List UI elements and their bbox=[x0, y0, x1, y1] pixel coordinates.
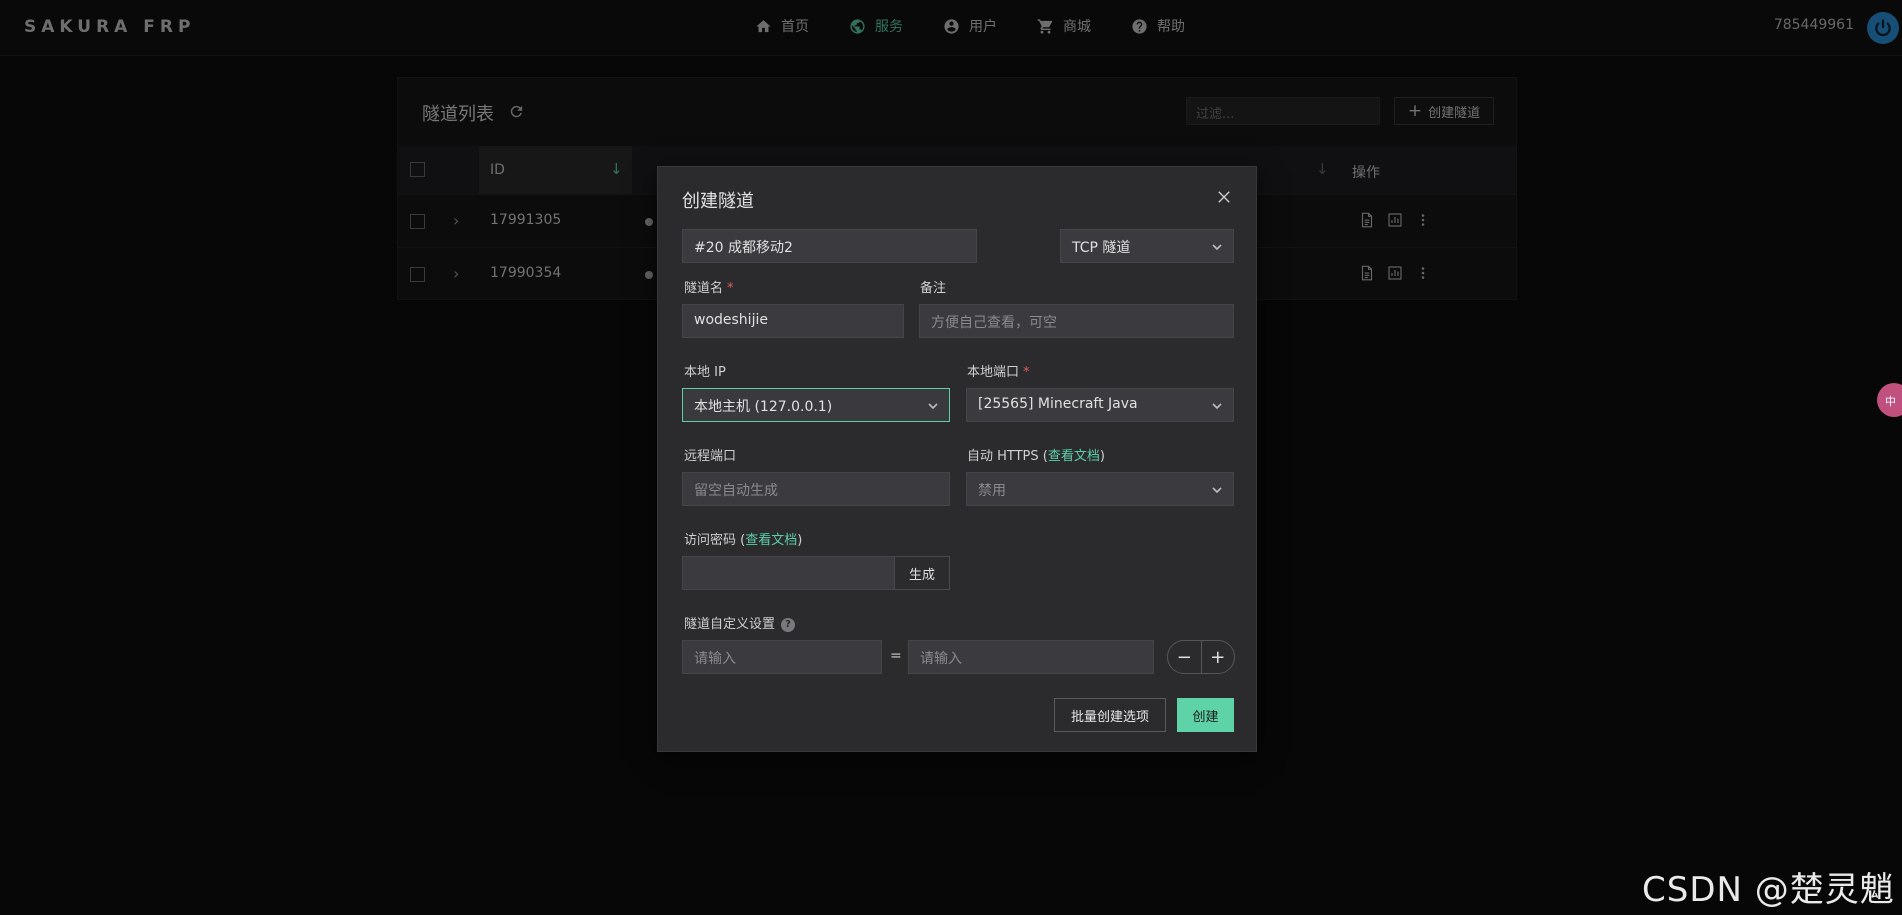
required-mark: * bbox=[727, 281, 734, 296]
local-port-select[interactable]: [25565] Minecraft Java bbox=[966, 388, 1234, 422]
paren-close: ) bbox=[1099, 449, 1105, 464]
required-mark: * bbox=[1023, 365, 1030, 380]
remote-port-label: 远程端口 bbox=[684, 449, 737, 464]
note-input[interactable]: 方便自己查看，可空 bbox=[919, 304, 1234, 338]
access-password-label: 访问密码 (查看文档) bbox=[684, 529, 802, 548]
local-ip-select[interactable]: 本地主机 (127.0.0.1) bbox=[682, 388, 950, 422]
password-doc-link[interactable]: 查看文档 bbox=[745, 533, 797, 548]
batch-create-options-button[interactable]: 批量创建选项 bbox=[1054, 698, 1166, 732]
help-icon[interactable]: ? bbox=[781, 618, 796, 632]
note-label: 备注 bbox=[920, 281, 947, 296]
chevron-down-icon bbox=[927, 400, 939, 412]
auto-https-label-text: 自动 HTTPS ( bbox=[967, 449, 1048, 464]
access-password-label-text: 访问密码 ( bbox=[684, 533, 746, 548]
node-field[interactable]: #20 成都移动2 bbox=[682, 229, 977, 263]
access-password-input[interactable] bbox=[682, 556, 896, 590]
local-port-label: 本地端口 * bbox=[967, 361, 1030, 380]
custom-settings-label-text: 隧道自定义设置 bbox=[684, 617, 776, 632]
create-tunnel-dialog: 创建隧道 #20 成都移动2 TCP 隧道 隧道名 * 备注 wodeshijie… bbox=[657, 166, 1257, 752]
add-row-button[interactable]: + bbox=[1200, 641, 1235, 673]
auto-https-select[interactable]: 禁用 bbox=[966, 472, 1234, 506]
tunnel-name-label-text: 隧道名 bbox=[684, 281, 724, 296]
auto-https-value: 禁用 bbox=[978, 483, 1006, 499]
custom-settings-stepper: − + bbox=[1167, 640, 1235, 674]
remote-port-input[interactable]: 留空自动生成 bbox=[682, 472, 950, 506]
generate-password-button[interactable]: 生成 bbox=[894, 556, 950, 590]
close-icon bbox=[1218, 191, 1230, 203]
tunnel-name-input[interactable]: wodeshijie bbox=[682, 304, 904, 338]
equals-sign: = bbox=[890, 648, 902, 664]
local-port-value: [25565] Minecraft Java bbox=[978, 396, 1138, 412]
confirm-create-button[interactable]: 创建 bbox=[1177, 698, 1234, 732]
https-doc-link[interactable]: 查看文档 bbox=[1048, 449, 1100, 464]
local-port-label-text: 本地端口 bbox=[967, 365, 1020, 380]
local-ip-label: 本地 IP bbox=[684, 365, 726, 380]
watermark: CSDN @楚灵魈 bbox=[1642, 870, 1895, 910]
paren-close: ) bbox=[797, 533, 803, 548]
auto-https-label: 自动 HTTPS (查看文档) bbox=[967, 445, 1105, 464]
tunnel-type-value: TCP 隧道 bbox=[1072, 240, 1131, 256]
local-ip-value: 本地主机 (127.0.0.1) bbox=[694, 399, 833, 415]
tunnel-type-select[interactable]: TCP 隧道 bbox=[1060, 229, 1234, 263]
custom-value-input[interactable]: 请输入 bbox=[908, 640, 1154, 674]
dialog-title: 创建隧道 bbox=[682, 191, 754, 212]
custom-settings-label: 隧道自定义设置? bbox=[684, 613, 796, 632]
close-button[interactable] bbox=[1215, 188, 1233, 206]
custom-key-input[interactable]: 请输入 bbox=[682, 640, 882, 674]
chevron-down-icon bbox=[1211, 484, 1223, 496]
tunnel-name-label: 隧道名 * bbox=[684, 277, 734, 296]
remove-row-button[interactable]: − bbox=[1168, 641, 1201, 673]
chevron-down-icon bbox=[1211, 241, 1223, 253]
chevron-down-icon bbox=[1211, 400, 1223, 412]
